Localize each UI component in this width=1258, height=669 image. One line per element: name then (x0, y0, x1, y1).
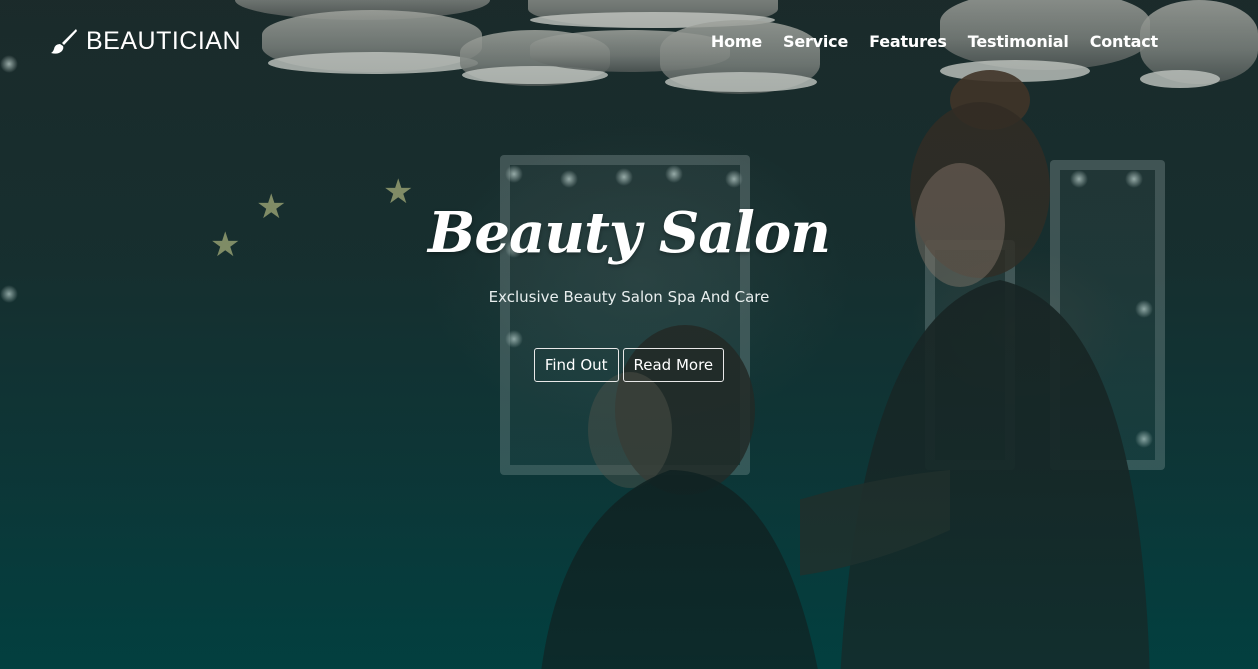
nav-link-service[interactable]: Service (783, 32, 848, 51)
top-navbar: BEAUTICIAN Home Service Features Testimo… (50, 22, 1158, 60)
hero-subtitle: Exclusive Beauty Salon Spa And Care (488, 288, 770, 306)
find-out-button[interactable]: Find Out (533, 348, 619, 382)
hero-buttons: Find Out Read More (0, 348, 1258, 382)
nav-menu: Home Service Features Testimonial Contac… (711, 32, 1158, 51)
nav-link-home[interactable]: Home (711, 32, 762, 51)
hero-content: Beauty Salon Exclusive Beauty Salon Spa … (0, 200, 1258, 382)
nav-link-testimonial[interactable]: Testimonial (968, 32, 1069, 51)
brand-name: BEAUTICIAN (86, 26, 242, 55)
brand-logo-link[interactable]: BEAUTICIAN (50, 27, 241, 56)
read-more-button[interactable]: Read More (622, 348, 725, 382)
hero-section: ★ ★ ★ BEAUTICIAN Home Service Features T… (0, 0, 1258, 669)
nav-link-features[interactable]: Features (869, 32, 947, 51)
paint-brush-icon (50, 27, 78, 55)
hero-title: Beauty Salon (428, 200, 831, 266)
nav-link-contact[interactable]: Contact (1090, 32, 1159, 51)
